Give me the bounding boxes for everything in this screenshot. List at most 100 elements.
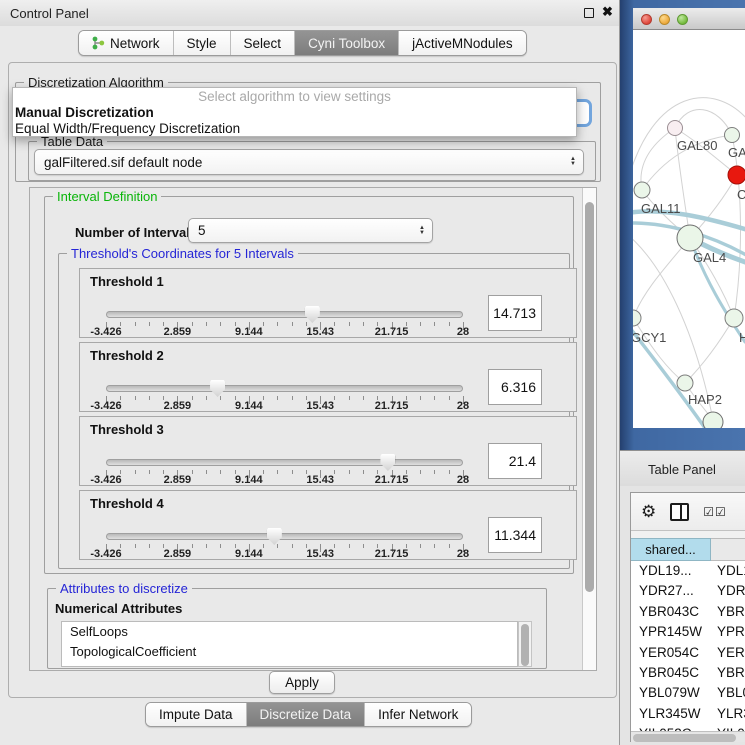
attributes-list-scrollbar-thumb[interactable] (521, 624, 529, 666)
network-nodes[interactable]: GAL80GACGAL11GAL4GCY1HHAP2 (633, 121, 745, 429)
threshold-slider[interactable] (106, 459, 463, 466)
table-row[interactable]: YBR045CYBR0 (631, 663, 745, 683)
network-node-label: HAP2 (688, 392, 722, 407)
slider-tick-label: 9.144 (235, 400, 263, 412)
threshold-box: Threshold 2-3.4262.8599.14415.4321.71528… (79, 342, 577, 412)
table-row[interactable]: YDR27...YDR2 (631, 581, 745, 601)
slider-tick-label: 2.859 (164, 474, 192, 486)
list-item[interactable]: TopologicalCoefficient (62, 642, 517, 662)
settings-vertical-scrollbar[interactable] (582, 188, 596, 670)
table-row[interactable]: YBR043CYBR0 (631, 602, 745, 622)
slider-tick-label: 15.43 (306, 548, 334, 560)
tab-discretize-data[interactable]: Discretize Data (247, 703, 366, 726)
threshold-label: Threshold 3 (90, 422, 164, 437)
select-columns-icon[interactable]: ☑☑ (703, 505, 727, 519)
apply-button[interactable]: Apply (269, 671, 335, 694)
slider-tick-label: -3.426 (90, 326, 121, 338)
control-panel-title: Control Panel (10, 6, 89, 21)
split-columns-icon[interactable] (670, 503, 689, 521)
slider-thumb-icon[interactable] (305, 306, 320, 323)
threshold-value-field[interactable]: 14.713 (488, 295, 542, 331)
tab-select[interactable]: Select (231, 31, 296, 55)
tab-infer-network[interactable]: Infer Network (365, 703, 471, 726)
threshold-slider[interactable] (106, 311, 463, 318)
tab-style-label: Style (187, 36, 217, 51)
slider-thumb-icon[interactable] (380, 454, 395, 471)
threshold-value-field[interactable]: 11.344 (488, 517, 542, 553)
network-node-label: H (739, 330, 745, 345)
column-header-name[interactable]: n (711, 538, 745, 561)
dropdown-option-equal-width-frequency[interactable]: Equal Width/Frequency Discretization (13, 121, 576, 137)
table-row[interactable]: YDL19...YDL1 (631, 561, 745, 581)
dropdown-option-manual-discretization[interactable]: Manual Discretization (13, 105, 576, 121)
settings-scrollbar-thumb[interactable] (585, 202, 594, 592)
minimize-window-icon[interactable] (659, 14, 670, 25)
zoom-window-icon[interactable] (677, 14, 688, 25)
slider-tick-label: 2.859 (164, 400, 192, 412)
network-node-label: GAL11 (641, 201, 681, 216)
control-panel: Control Panel ✖ Network Style Select (0, 0, 620, 745)
control-panel-titlebar: Control Panel ✖ (0, 0, 619, 26)
network-node[interactable] (668, 121, 683, 136)
table-row[interactable]: YIL052CYIL0 (631, 724, 745, 731)
attributes-group: Attributes to discretize Numerical Attri… (47, 588, 547, 669)
network-canvas[interactable]: GAL80GACGAL11GAL4GCY1HHAP2 (633, 30, 745, 428)
tab-network[interactable]: Network (79, 31, 174, 55)
slider-tick-label: 2.859 (164, 326, 192, 338)
table-data-combobox[interactable]: galFiltered.sif default node ▲▼ (34, 149, 584, 175)
network-node[interactable] (725, 128, 740, 143)
table-horizontal-scrollbar[interactable] (631, 731, 745, 742)
slider-scale: -3.4262.8599.14415.4321.71528 (106, 400, 463, 414)
number-of-intervals-label: Number of Intervals (75, 225, 197, 240)
slider-tick-label: 21.715 (375, 548, 409, 560)
threshold-value-field[interactable]: 6.316 (488, 369, 542, 405)
tab-discretize-data-label: Discretize Data (260, 707, 352, 722)
threshold-value-field[interactable]: 21.4 (488, 443, 542, 479)
threshold-slider[interactable] (106, 385, 463, 392)
table-row[interactable]: YPR145WYPR1 (631, 622, 745, 642)
network-node[interactable] (677, 225, 703, 251)
tab-cyni-toolbox[interactable]: Cyni Toolbox (295, 31, 399, 55)
table-row[interactable]: YBL079WYBL0 (631, 683, 745, 703)
cyni-bottom-tabbar: Impute Data Discretize Data Infer Networ… (145, 702, 472, 727)
network-node[interactable] (725, 309, 743, 327)
settings-scroll-area: Interval Definition Number of Intervals … (29, 187, 597, 671)
tab-style[interactable]: Style (174, 31, 231, 55)
table-horizontal-scrollbar-thumb[interactable] (633, 734, 736, 742)
network-node[interactable] (634, 182, 650, 198)
network-node[interactable] (703, 412, 723, 428)
list-item[interactable]: SelfLoops (62, 622, 517, 642)
cell-shared-name: YBR043C (631, 602, 711, 622)
list-item[interactable]: BetweennessCentrality (62, 662, 517, 667)
attributes-list-scrollbar[interactable] (518, 621, 532, 667)
close-panel-icon[interactable]: ✖ (602, 4, 613, 20)
column-header-shared-name[interactable]: shared... (631, 538, 711, 561)
gear-icon[interactable]: ⚙ (641, 502, 656, 522)
table-row[interactable]: YER054CYER0 (631, 643, 745, 663)
number-of-intervals-combobox[interactable]: 5 ▲▼ (188, 218, 433, 243)
algorithm-dropdown-placeholder: Select algorithm to view settings (13, 88, 576, 105)
tab-jactivemnodules[interactable]: jActiveMNodules (399, 31, 526, 55)
table-row[interactable]: YLR345WYLR3 (631, 704, 745, 724)
slider-scale: -3.4262.8599.14415.4321.71528 (106, 326, 463, 340)
thresholds-group: Threshold's Coordinates for 5 Intervals … (58, 253, 570, 569)
float-panel-icon[interactable] (584, 8, 594, 18)
threshold-box: Threshold 1-3.4262.8599.14415.4321.71528… (79, 268, 577, 338)
close-window-icon[interactable] (641, 14, 652, 25)
table-data-group: Table Data galFiltered.sif default node … (28, 141, 596, 181)
cell-name: YBR0 (711, 663, 745, 683)
cell-shared-name: YBR045C (631, 663, 711, 683)
network-node[interactable] (728, 166, 745, 184)
slider-scale: -3.4262.8599.14415.4321.71528 (106, 474, 463, 488)
slider-thumb-icon[interactable] (210, 380, 225, 397)
network-node[interactable] (633, 310, 641, 326)
network-node[interactable] (677, 375, 693, 391)
network-tab-icon (92, 36, 105, 50)
network-window-titlebar (633, 8, 745, 30)
slider-thumb-icon[interactable] (267, 528, 282, 545)
slider-tick-label: 15.43 (306, 400, 334, 412)
slider-tick-label: 21.715 (375, 326, 409, 338)
interval-definition-group: Interval Definition Number of Intervals … (44, 196, 574, 574)
tab-impute-data[interactable]: Impute Data (146, 703, 247, 726)
threshold-slider[interactable] (106, 533, 463, 540)
